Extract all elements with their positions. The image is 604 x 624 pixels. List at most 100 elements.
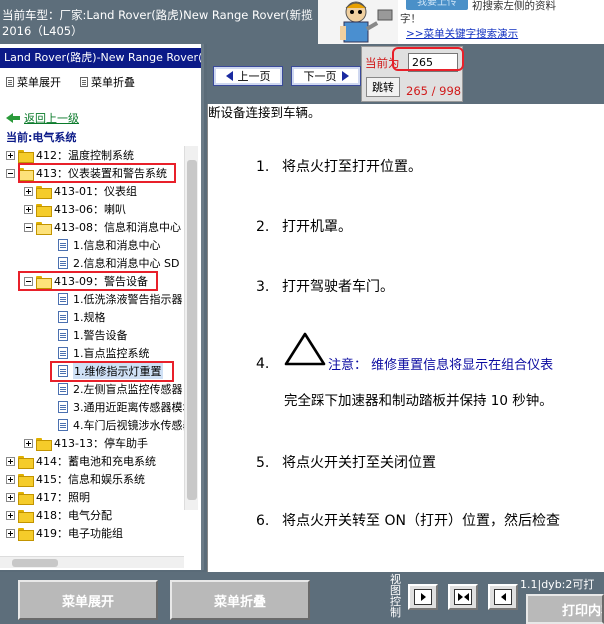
tree-doc-blind-spot[interactable]: 1.盲点监控系统: [58, 344, 150, 362]
expand-icon[interactable]: [6, 492, 15, 502]
expand-icon[interactable]: [6, 150, 15, 160]
scrollbar-thumb[interactable]: [12, 559, 58, 567]
ad-text: 初搜索左侧的资料: [472, 0, 556, 12]
document-icon: [58, 257, 68, 269]
menu-expand-label: 菜单展开: [17, 76, 61, 89]
jump-button[interactable]: 跳转: [366, 77, 400, 97]
tree-node-413-01[interactable]: 413-01：仪表组: [24, 182, 137, 200]
expand-icon[interactable]: [24, 438, 33, 448]
document-icon: [80, 77, 88, 87]
highlight-box: [18, 271, 158, 291]
view-collapse-right-button[interactable]: [488, 584, 518, 610]
collapse-icon[interactable]: [24, 222, 33, 232]
highlight-box: [50, 361, 174, 382]
folder-icon: [18, 491, 34, 505]
step-4: 4.: [256, 356, 270, 372]
step-3: 3. 打开驾驶者车门。: [256, 279, 394, 295]
document-icon: [58, 329, 68, 341]
expand-icon[interactable]: [24, 186, 33, 196]
folder-icon: [18, 149, 34, 163]
tree-node-419[interactable]: 419：电子功能组: [6, 524, 123, 542]
document-icon: [58, 293, 68, 305]
menu-collapse-link[interactable]: 菜单折叠: [80, 74, 135, 90]
folder-icon: [18, 455, 34, 469]
expand-icon[interactable]: [6, 456, 15, 466]
document-icon: [6, 77, 14, 87]
back-link[interactable]: 返回上一级: [6, 110, 79, 126]
step-1: 1. 将点火打至打开位置。: [256, 159, 422, 175]
warning-triangle-icon: [284, 332, 326, 366]
tree-horizontal-scrollbar[interactable]: [0, 556, 184, 568]
arrow-right-icon: [341, 71, 349, 81]
tree-doc-left-blind-sensor[interactable]: 2.左侧盲点监控传感器: [58, 380, 183, 398]
tree-node-418[interactable]: 418：电气分配: [6, 506, 112, 524]
arrow-left-icon: [494, 589, 512, 605]
page-jump-panel: 当前为 跳转 265 / 998: [361, 46, 464, 102]
expand-icon[interactable]: [6, 510, 15, 520]
menu-collapse-button[interactable]: 菜单折叠: [170, 580, 310, 620]
intro-text: 断设备连接到车辆。: [208, 105, 321, 120]
tree-doc-message-center-sd[interactable]: 2.信息和消息中心 SD: [58, 254, 179, 272]
tree-node-413-06[interactable]: 413-06：喇叭: [24, 200, 126, 218]
step-6: 6. 将点火开关转至 ON（打开）位置，然后检查: [256, 513, 560, 529]
collapse-icon[interactable]: [6, 168, 15, 178]
folder-icon: [36, 185, 52, 199]
vehicle-model-year: 2016（L405）: [2, 24, 83, 38]
page-count: 265 / 998: [406, 84, 462, 98]
view-collapse-left-button[interactable]: [408, 584, 438, 610]
tree-doc-warning-devices[interactable]: 1.警告设备: [58, 326, 128, 344]
note-text: 注意： 维修重置信息将显示在组合仪表: [328, 358, 554, 373]
back-link-label: 返回上一级: [24, 112, 79, 125]
note-continuation: 完全踩下加速器和制动踏板并保持 10 秒钟。: [284, 393, 553, 409]
upload-button[interactable]: 我要上传: [406, 0, 468, 10]
arrows-split-icon: [454, 589, 472, 605]
next-page-label: 下一页: [303, 70, 337, 83]
folder-icon: [36, 437, 52, 451]
next-page-button[interactable]: 下一页: [291, 66, 361, 86]
tree-node-413-08[interactable]: 413-08：信息和消息中心: [24, 218, 181, 236]
tree-node-413-13[interactable]: 413-13：停车助手: [24, 434, 148, 452]
menu-expand-link[interactable]: 菜单展开: [6, 74, 61, 90]
view-split-button[interactable]: [448, 584, 478, 610]
ad-panel: 我要上传 初搜索左侧的资料 字！ >>菜单关键字搜索演示: [398, 0, 604, 44]
tree-node-414[interactable]: 414：蓄电池和充电系统: [6, 452, 156, 470]
menu-expand-button[interactable]: 菜单展开: [18, 580, 158, 620]
prev-page-button[interactable]: 上一页: [213, 66, 283, 86]
search-demo-link[interactable]: >>菜单关键字搜索演示: [406, 26, 518, 41]
tree-vertical-scrollbar[interactable]: [184, 146, 198, 510]
panel-title: Land Rover(路虎)-New Range Rover(新揽胜): [0, 48, 201, 68]
document-icon: [58, 401, 68, 413]
expand-icon[interactable]: [6, 474, 15, 484]
document-icon: [58, 419, 68, 431]
mascot-image: [318, 0, 398, 44]
folder-icon: [18, 527, 34, 541]
tree-node-412[interactable]: 412：温度控制系统: [6, 146, 134, 164]
folder-open-icon: [36, 221, 52, 235]
expand-icon[interactable]: [6, 528, 15, 538]
current-page-label: 当前为: [365, 56, 400, 70]
tree-node-417[interactable]: 417：照明: [6, 488, 90, 506]
document-content: 断设备连接到车辆。 1. 将点火打至打开位置。 2. 打开机罩。 3. 打开驾驶者车门…: [207, 104, 604, 572]
page-navigation: 上一页 下一页 当前为 跳转 265 / 998: [207, 44, 604, 104]
bottom-toolbar: 菜单展开 菜单折叠 视图控制 1.1|dyb:2可打 打印内容: [0, 572, 604, 624]
arrow-left-icon: [6, 113, 20, 123]
tree-doc-proximity-module[interactable]: 3.通用近距离传感器模块: [58, 398, 190, 416]
view-control-label: 视图控制: [390, 573, 401, 619]
tree-doc-low-washer[interactable]: 1.低洗涤液警告指示器: [58, 290, 183, 308]
current-category: 当前:电气系统: [6, 131, 77, 144]
folder-icon: [18, 509, 34, 523]
menu-tree: 412：温度控制系统 413：仪表装置和警告系统 413-01：仪表组 413-…: [0, 146, 190, 566]
tree-doc-specs[interactable]: 1.规格: [58, 308, 106, 326]
expand-icon[interactable]: [24, 204, 33, 214]
scrollbar-thumb[interactable]: [187, 160, 197, 500]
step-5: 5. 将点火开关打至关闭位置: [256, 455, 436, 471]
page-number-input[interactable]: [408, 53, 458, 72]
tree-doc-message-center[interactable]: 1.信息和消息中心: [58, 236, 161, 254]
print-button[interactable]: 打印内容: [526, 594, 604, 624]
tree-doc-mirror-wade[interactable]: 4.车门后视镜涉水传感器: [58, 416, 190, 434]
tree-node-415[interactable]: 415：信息和娱乐系统: [6, 470, 145, 488]
step-2: 2. 打开机罩。: [256, 219, 352, 235]
highlight-box: [18, 163, 176, 183]
folder-icon: [36, 203, 52, 217]
folder-icon: [18, 473, 34, 487]
